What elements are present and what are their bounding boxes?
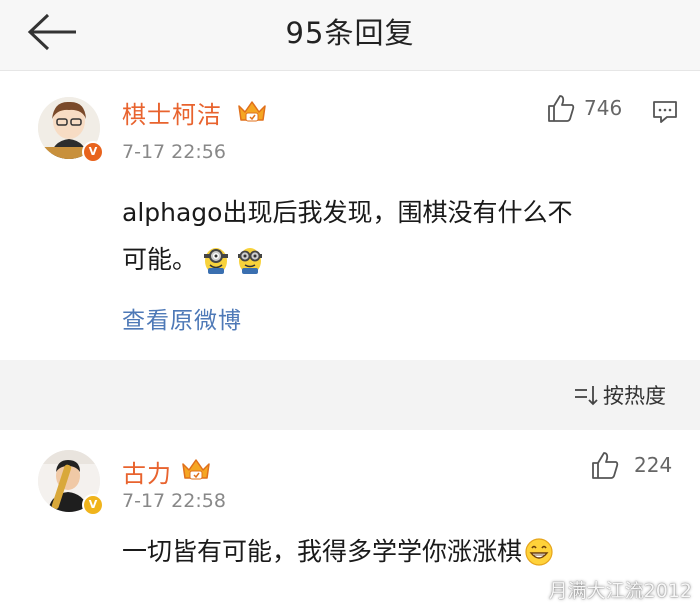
weibo-logo-icon (523, 582, 545, 598)
sort-bar: 按热度 (0, 360, 700, 430)
sort-icon (575, 386, 598, 406)
reply-button[interactable] (652, 99, 678, 129)
view-original-link[interactable]: 查看原微博 (122, 301, 242, 335)
crown-icon (182, 459, 210, 480)
top-bar: 95条回复 (0, 0, 700, 71)
comment-text: 一切皆有可能，我得多学学你涨涨棋 (122, 528, 554, 575)
like-count: 224 (634, 453, 673, 477)
like-button[interactable]: 746 (546, 93, 622, 123)
grin-emoji-icon (525, 537, 553, 566)
verified-badge: V (82, 141, 104, 163)
thumbs-up-icon (548, 95, 575, 122)
comment-icon (653, 101, 677, 123)
like-count: 746 (584, 96, 623, 120)
page-title: 95条回复 (285, 16, 415, 50)
watermark: 月满大江流2012 (523, 576, 692, 603)
username[interactable]: 棋士柯洁 (122, 95, 222, 130)
timestamp: 7-17 22:56 (122, 141, 226, 163)
sort-button[interactable]: 按热度 (573, 380, 666, 410)
minion-emoji-icon (238, 247, 263, 274)
comment-text-line1: alphago出现后我发现，围棋没有什么不 (122, 198, 573, 227)
comment-text-body: 一切皆有可能，我得多学学你涨涨棋 (122, 537, 523, 566)
comment-text-line2: 可能。 (122, 245, 198, 274)
minion-emoji-icon (204, 247, 229, 274)
username[interactable]: 古力 (122, 454, 172, 489)
main-comment: V 棋士柯洁 7-17 22:56 746 alphago出现后我发现，围棋没有… (0, 71, 700, 359)
thumbs-up-icon (592, 452, 619, 479)
crown-icon (238, 101, 266, 122)
sort-label: 按热度 (603, 384, 666, 408)
reply-comment: V 古力 7-17 22:58 224 一切皆有可能，我得多学学你涨涨棋 月满大… (0, 430, 700, 607)
timestamp: 7-17 22:58 (122, 490, 226, 512)
watermark-text: 月满大江流2012 (548, 580, 692, 602)
verified-badge: V (82, 494, 104, 516)
like-button[interactable]: 224 (590, 450, 672, 480)
comment-text: alphago出现后我发现，围棋没有什么不 可能。 (122, 189, 572, 283)
